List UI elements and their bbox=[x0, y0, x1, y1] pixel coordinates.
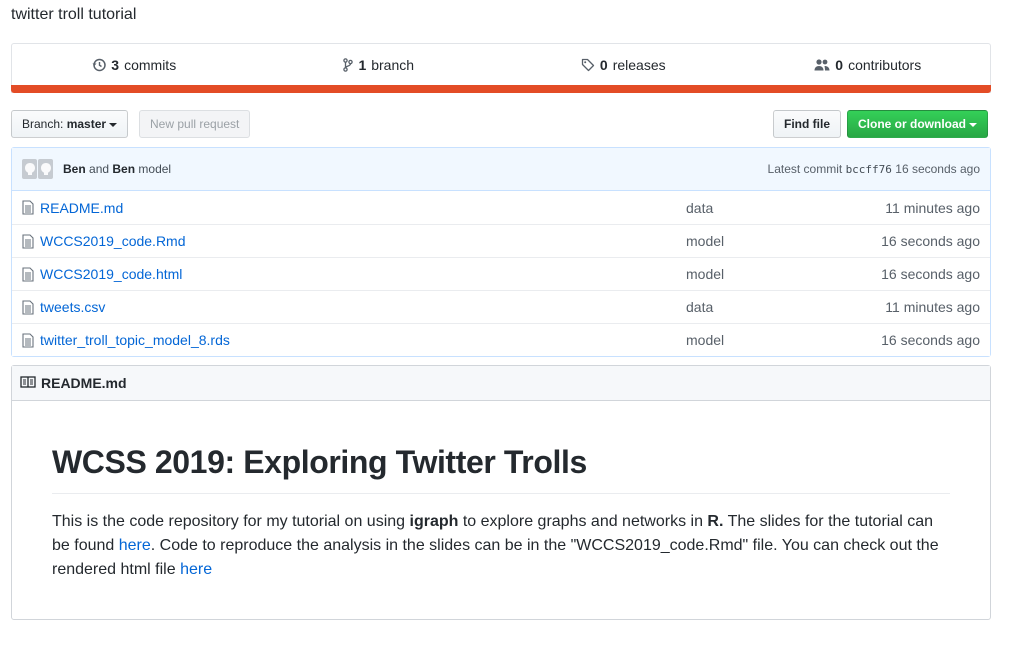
file-age: 16 seconds ago bbox=[881, 332, 980, 348]
new-pull-request-button[interactable]: New pull request bbox=[139, 110, 251, 138]
repo-summary: 3 commits 1 branch 0 releases 0 contribu… bbox=[11, 43, 991, 93]
caret-down-icon bbox=[109, 122, 118, 127]
file-name[interactable]: WCCS2019_code.Rmd bbox=[40, 233, 686, 249]
avatar[interactable] bbox=[22, 159, 37, 179]
html-file-link[interactable]: here bbox=[180, 561, 212, 578]
branch-prefix: Branch: bbox=[22, 117, 64, 131]
readme-text: to explore graphs and networks in bbox=[458, 513, 708, 530]
file-icon bbox=[22, 266, 38, 282]
commits-count: 3 bbox=[111, 57, 120, 73]
file-icon bbox=[22, 299, 38, 315]
file-name[interactable]: WCCS2019_code.html bbox=[40, 266, 686, 282]
file-commit-message[interactable]: data bbox=[686, 299, 885, 315]
readme-bold: R. bbox=[707, 513, 724, 530]
releases-link[interactable]: 0 releases bbox=[501, 57, 746, 73]
latest-commit-label: Latest commit bbox=[767, 162, 843, 176]
people-icon bbox=[814, 58, 830, 72]
file-list: Ben and Ben model Latest commit bccff76 … bbox=[11, 147, 991, 357]
commit-avatars[interactable] bbox=[22, 159, 53, 179]
branch-select-button[interactable]: Branch: master bbox=[11, 110, 129, 138]
commit-joiner: and bbox=[89, 162, 110, 176]
file-name[interactable]: README.md bbox=[40, 200, 686, 216]
readme-title: WCSS 2019: Exploring Twitter Trolls bbox=[52, 444, 950, 494]
clone-label: Clone or download bbox=[858, 117, 966, 131]
file-commit-message[interactable]: model bbox=[686, 266, 881, 282]
commit-author-2[interactable]: Ben bbox=[112, 162, 135, 176]
readme-panel: README.md WCSS 2019: Exploring Twitter T… bbox=[11, 365, 991, 620]
commit-message[interactable]: model bbox=[138, 162, 171, 176]
releases-count: 0 bbox=[599, 57, 608, 73]
file-icon bbox=[22, 233, 38, 249]
avatar[interactable] bbox=[38, 159, 53, 179]
file-row[interactable]: README.md data 11 minutes ago bbox=[12, 191, 990, 224]
file-age: 16 seconds ago bbox=[881, 233, 980, 249]
file-age: 16 seconds ago bbox=[881, 266, 980, 282]
readme-text: This is the code repository for my tutor… bbox=[52, 513, 410, 530]
caret-down-icon bbox=[969, 122, 977, 127]
book-icon bbox=[20, 375, 36, 392]
language-bar[interactable] bbox=[11, 85, 991, 93]
file-row[interactable]: WCCS2019_code.html model 16 seconds ago bbox=[12, 257, 990, 290]
branches-count: 1 bbox=[358, 57, 367, 73]
readme-filename[interactable]: README.md bbox=[41, 375, 127, 391]
latest-commit-bar: Ben and Ben model Latest commit bccff76 … bbox=[12, 148, 990, 191]
commits-label: commits bbox=[124, 57, 177, 73]
file-name[interactable]: twitter_troll_topic_model_8.rds bbox=[40, 332, 686, 348]
branch-icon bbox=[343, 58, 354, 72]
file-icon bbox=[22, 332, 38, 348]
commits-link[interactable]: 3 commits bbox=[12, 57, 257, 73]
file-row[interactable]: twitter_troll_topic_model_8.rds model 16 s… bbox=[12, 323, 990, 356]
branches-link[interactable]: 1 branch bbox=[257, 57, 502, 73]
readme-header: README.md bbox=[12, 366, 990, 401]
commit-author-1[interactable]: Ben bbox=[63, 162, 86, 176]
find-file-button[interactable]: Find file bbox=[773, 110, 841, 138]
file-commit-message[interactable]: model bbox=[686, 233, 881, 249]
slides-link[interactable]: here bbox=[119, 537, 151, 554]
file-rows: README.md data 11 minutes ago WCCS2019_code… bbox=[12, 191, 990, 356]
contributors-link[interactable]: 0 contributors bbox=[746, 57, 991, 73]
repo-description: twitter troll tutorial bbox=[11, 6, 137, 23]
commit-sha[interactable]: bccff76 bbox=[846, 163, 892, 176]
file-row[interactable]: tweets.csv data 11 minutes ago bbox=[12, 290, 990, 323]
releases-label: releases bbox=[612, 57, 666, 73]
branch-name: master bbox=[66, 117, 107, 131]
contributors-count: 0 bbox=[835, 57, 844, 73]
commit-age: 16 seconds ago bbox=[895, 162, 980, 176]
readme-body: WCSS 2019: Exploring Twitter Trolls This… bbox=[12, 444, 990, 582]
file-icon bbox=[22, 200, 38, 215]
readme-paragraph: This is the code repository for my tutor… bbox=[52, 510, 950, 582]
contributors-label: contributors bbox=[848, 57, 922, 73]
readme-bold: igraph bbox=[409, 513, 459, 530]
file-age: 11 minutes ago bbox=[885, 299, 980, 315]
clone-download-button[interactable]: Clone or download bbox=[847, 110, 988, 138]
history-icon bbox=[92, 58, 107, 72]
file-age: 11 minutes ago bbox=[885, 199, 980, 216]
branches-label: branch bbox=[371, 57, 415, 73]
file-row[interactable]: WCCS2019_code.Rmd model 16 seconds ago bbox=[12, 224, 990, 257]
latest-commit-info: Latest commit bccff76 16 seconds ago bbox=[768, 162, 980, 176]
file-commit-message[interactable]: model bbox=[686, 332, 881, 348]
file-name[interactable]: tweets.csv bbox=[40, 299, 686, 315]
tag-icon bbox=[581, 58, 595, 72]
file-commit-message[interactable]: data bbox=[686, 200, 885, 216]
